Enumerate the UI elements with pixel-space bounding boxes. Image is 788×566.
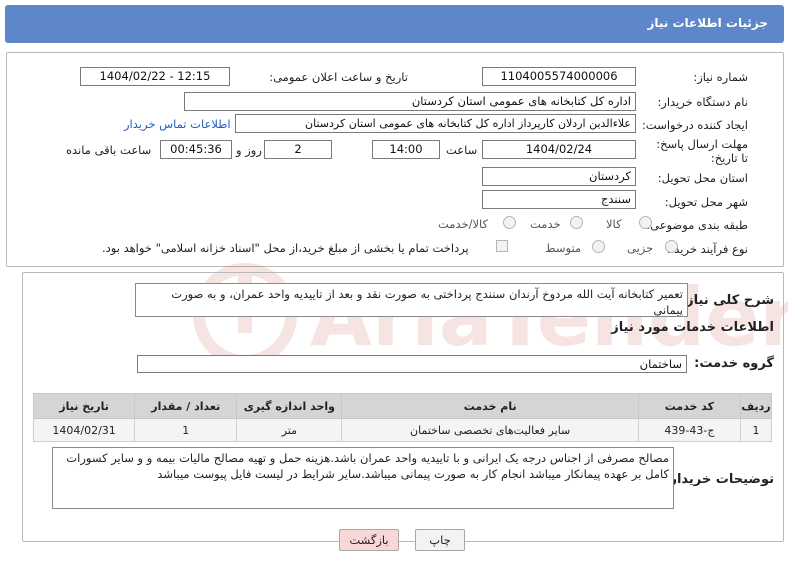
- cell-unit: متر: [236, 418, 343, 442]
- buyer-contact-link[interactable]: اطلاعات تماس خریدار: [124, 117, 231, 131]
- services-table: ردیف کد خدمت نام خدمت واحد اندازه گیری ت…: [32, 393, 773, 442]
- cell-quantity: 1: [134, 418, 238, 442]
- category-goods-label: کالا: [606, 217, 622, 231]
- category-service-radio[interactable]: [570, 216, 583, 229]
- province-label: استان محل تحویل:: [657, 171, 748, 185]
- process-minor-radio[interactable]: [665, 240, 678, 253]
- remaining-days-field[interactable]: 2: [264, 140, 332, 159]
- col-row-number: ردیف: [739, 393, 773, 419]
- creator-field[interactable]: علاءالدین اردلان کارپرداز اداره کل کتابخ…: [235, 114, 636, 133]
- buyer-org-field[interactable]: اداره کل کتابخانه های عمومی استان کردستا…: [184, 92, 636, 111]
- process-minor-label: جزیی: [627, 241, 654, 255]
- buyer-notes-label: توضیحات خریدار:: [664, 472, 774, 487]
- col-quantity: تعداد / مقدار: [134, 393, 238, 419]
- col-unit: واحد اندازه گیری: [236, 393, 343, 419]
- remaining-time-field[interactable]: 00:45:36: [160, 140, 232, 159]
- process-type-label: نوع فرآیند خرید :: [666, 242, 748, 256]
- treasury-checkbox[interactable]: [496, 240, 508, 252]
- category-label: طبقه بندی موضوعی:: [646, 218, 748, 232]
- category-goods-service-radio[interactable]: [503, 216, 516, 229]
- buyer-org-label: نام دستگاه خریدار:: [657, 95, 748, 109]
- cell-service-code: ج-43-439: [637, 418, 741, 442]
- need-number-field[interactable]: 1104005574000006: [482, 67, 636, 86]
- col-service-code: کد خدمت: [637, 393, 741, 419]
- service-group-field[interactable]: ساختمان: [137, 355, 687, 373]
- page-header: جزئیات اطلاعات نیاز: [5, 5, 784, 43]
- city-field[interactable]: سنندج: [482, 190, 636, 209]
- services-table-header: ردیف کد خدمت نام خدمت واحد اندازه گیری ت…: [32, 393, 773, 419]
- province-field[interactable]: کردستان: [482, 167, 636, 186]
- deadline-date-field[interactable]: 1404/02/24: [482, 140, 636, 159]
- category-goods-radio[interactable]: [639, 216, 652, 229]
- deadline-label: مهلت ارسال پاسخ: تا تاریخ:: [656, 137, 748, 165]
- buyer-notes-textarea[interactable]: مصالح مصرفی از اجناس درجه یک ایرانی و با…: [52, 447, 674, 509]
- creator-label: ایجاد کننده درخواست:: [642, 118, 748, 132]
- table-row: 1 ج-43-439 سایر فعالیت‌های تخصصی ساختمان…: [32, 418, 773, 442]
- back-button[interactable]: بازگشت: [339, 529, 399, 551]
- cell-service-name: سایر فعالیت‌های تخصصی ساختمان: [341, 418, 639, 442]
- service-group-label: گروه خدمت:: [694, 356, 774, 371]
- category-goods-service-label: کالا/خدمت: [438, 217, 489, 231]
- cell-row-number: 1: [739, 418, 773, 442]
- remaining-time-label: ساعت باقی مانده: [66, 143, 152, 157]
- services-section-title: اطلاعات خدمات مورد نیاز: [611, 320, 774, 335]
- treasury-note: پرداخت تمام یا بخشی از مبلغ خرید،از محل …: [102, 241, 469, 255]
- announce-datetime-field[interactable]: 1404/02/22 - 12:15: [80, 67, 230, 86]
- days-label: روز و: [236, 143, 262, 157]
- col-service-name: نام خدمت: [341, 393, 639, 419]
- cell-need-date: 1404/02/31: [32, 418, 136, 442]
- process-medium-label: متوسط: [545, 241, 582, 255]
- deadline-time-field[interactable]: 14:00: [372, 140, 440, 159]
- process-medium-radio[interactable]: [592, 240, 605, 253]
- city-label: شهر محل تحویل:: [664, 195, 748, 209]
- need-number-label: شماره نیاز:: [693, 70, 748, 84]
- summary-label: شرح کلی نیاز:: [680, 293, 774, 308]
- deadline-hour-label: ساعت: [446, 143, 478, 157]
- page-title: جزئیات اطلاعات نیاز: [647, 16, 768, 30]
- announce-datetime-label: تاریخ و ساعت اعلان عمومی:: [269, 70, 408, 84]
- print-button[interactable]: چاپ: [415, 529, 465, 551]
- category-service-label: خدمت: [530, 217, 561, 231]
- col-need-date: تاریخ نیاز: [32, 393, 136, 419]
- summary-textarea[interactable]: تعمیر کتابخانه آیت الله مردوخ آرندان سنن…: [135, 283, 688, 317]
